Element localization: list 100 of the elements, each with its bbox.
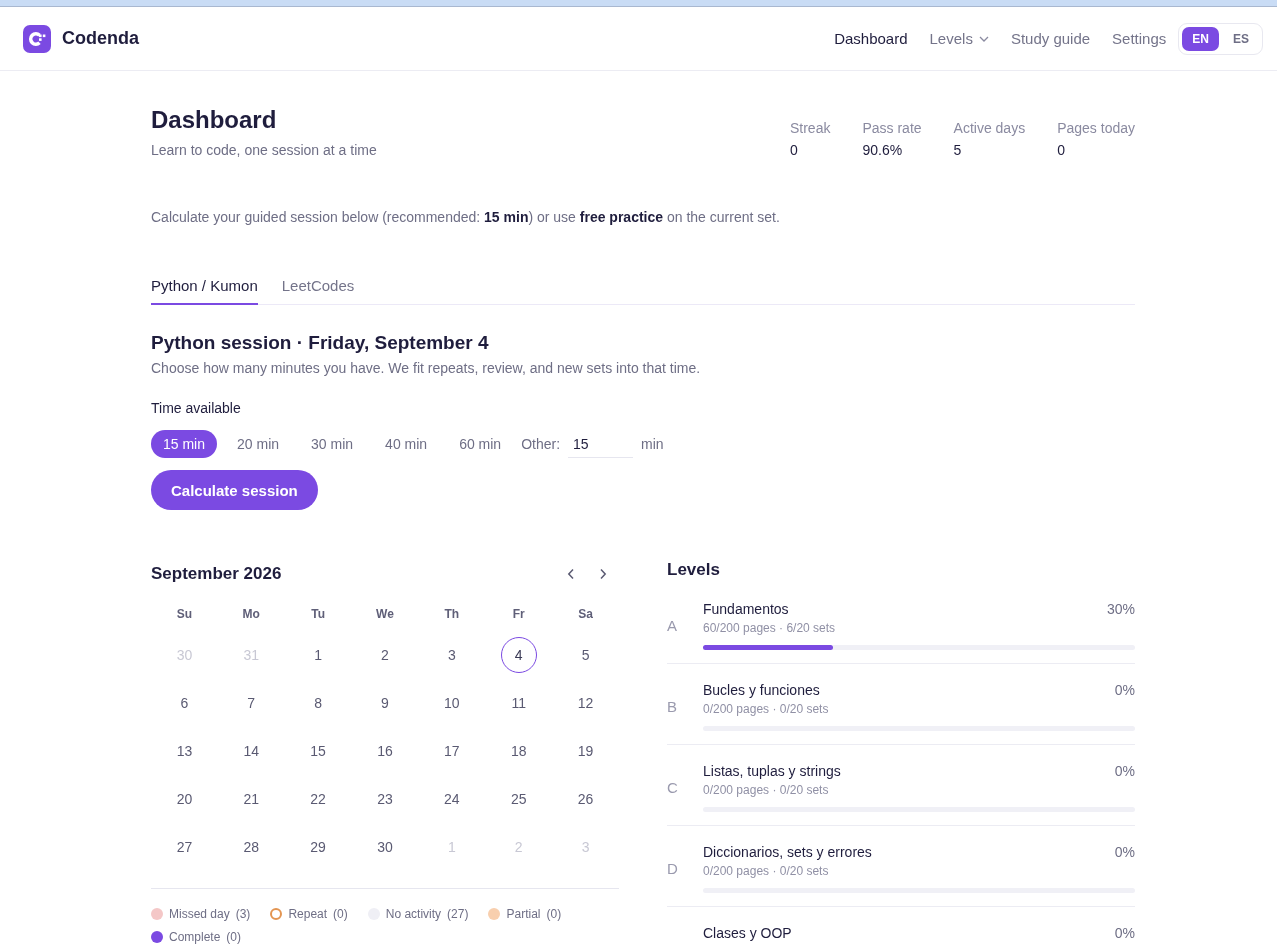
calendar-day[interactable]: 6	[166, 685, 203, 721]
calendar-day[interactable]: 5	[567, 637, 604, 673]
calendar-day[interactable]: 15	[300, 733, 337, 769]
level-name[interactable]: Bucles y funciones	[703, 682, 820, 698]
legend-count: (0)	[226, 930, 242, 944]
legend-count: (0)	[546, 907, 562, 921]
calendar-day[interactable]: 21	[233, 781, 270, 817]
level-percent: 0%	[1114, 844, 1135, 860]
level-detail: 0/200 pages · 0/20 sets	[703, 863, 830, 879]
tab[interactable]: LeetCodes	[281, 276, 355, 305]
weekday-label: Tu	[311, 607, 325, 621]
stat-label: Pass rate	[862, 119, 922, 138]
calendar-day[interactable]: 1	[300, 637, 337, 673]
legend-count: (27)	[447, 907, 469, 921]
nav-link[interactable]: Settings	[1112, 30, 1167, 47]
session-description: Choose how many minutes you have. We fit repeats, review, and new sets into that time.	[151, 359, 702, 378]
weekday-label: We	[376, 607, 394, 621]
chevron-left-icon[interactable]	[567, 568, 575, 580]
level-detail: 0/200 pages · 0/20 sets	[703, 782, 830, 798]
calendar-day[interactable]: 13	[166, 733, 203, 769]
time-label: Time available	[151, 399, 242, 418]
calendar-day[interactable]: 16	[367, 733, 403, 769]
other-label: Other:	[521, 436, 561, 452]
weekday-label: Th	[444, 607, 460, 621]
logo-icon	[23, 24, 51, 53]
calendar-day[interactable]: 26	[567, 781, 604, 817]
weekday-label: Mo	[242, 607, 260, 621]
unit-label: min	[641, 436, 664, 452]
level-letter: B	[667, 697, 678, 715]
calendar-day[interactable]: 12	[567, 685, 604, 721]
calculate-session-button[interactable]: Calculate session	[151, 470, 318, 510]
level-name[interactable]: Listas, tuplas y strings	[703, 763, 841, 779]
chevron-right-icon[interactable]	[599, 568, 607, 580]
calendar-day[interactable]: 7	[233, 685, 270, 721]
calendar-day[interactable]: 25	[500, 781, 537, 817]
calendar-day[interactable]: 23	[367, 781, 403, 817]
level-letter: C	[667, 778, 679, 796]
language-button[interactable]: ES	[1223, 26, 1259, 51]
calendar-day[interactable]: 11	[500, 685, 537, 721]
calendar-day[interactable]: 9	[367, 685, 403, 721]
stat-value: 90.6%	[862, 141, 904, 160]
calendar-day[interactable]: 20	[166, 781, 203, 817]
calendar-day[interactable]: 14	[233, 733, 270, 769]
time-option[interactable]: 15 min	[151, 430, 218, 458]
page-title: Dashboard	[151, 105, 278, 135]
chevron-down-icon[interactable]	[978, 35, 989, 42]
weekday-label: Fr	[512, 607, 525, 621]
level-detail: 60/200 pages · 6/20 sets	[703, 620, 837, 636]
time-option[interactable]: 20 min	[225, 430, 292, 458]
stat-label: Pages today	[1057, 119, 1135, 138]
calendar-day[interactable]: 2	[367, 637, 403, 673]
nav-dropdown[interactable]: Levels	[929, 30, 989, 47]
time-option[interactable]: 60 min	[447, 430, 514, 458]
levels-title: Levels	[667, 560, 721, 580]
calendar-day[interactable]: 18	[500, 733, 537, 769]
level-percent: 30%	[1106, 601, 1135, 617]
nav-link[interactable]: Study guide	[1010, 30, 1091, 47]
legend-label: Repeat	[288, 907, 328, 921]
level-letter: A	[667, 616, 678, 634]
intro-text: Calculate your guided session below (recommended: 15 min) or use free practice on the current set.	[151, 208, 781, 227]
calendar-day[interactable]: 29	[300, 829, 337, 865]
stat-value: 0	[1057, 141, 1066, 160]
calendar-day[interactable]: 24	[433, 781, 470, 817]
brand-name: Codenda	[62, 28, 139, 49]
legend-label: Partial	[506, 907, 541, 921]
stat-label: Streak	[789, 119, 831, 138]
legend-label: Missed day	[169, 907, 230, 921]
calendar-day[interactable]: 30	[367, 829, 403, 865]
calendar-day[interactable]: 22	[300, 781, 337, 817]
calendar-day[interactable]: 8	[300, 685, 337, 721]
stat-value: 0	[789, 141, 799, 160]
language-button[interactable]: EN	[1182, 26, 1219, 51]
time-option[interactable]: 40 min	[373, 430, 440, 458]
level-percent: 0%	[1114, 925, 1135, 941]
calendar-day[interactable]: 19	[567, 733, 604, 769]
calendar-day[interactable]: 10	[433, 685, 470, 721]
tab[interactable]: Python / Kumon	[151, 276, 258, 305]
weekday-label: Sa	[578, 607, 593, 621]
level-letter: D	[667, 859, 679, 877]
level-name[interactable]: Fundamentos	[703, 601, 789, 617]
stat-label: Active days	[953, 119, 1026, 138]
calendar-day[interactable]: 28	[233, 829, 270, 865]
nav-link[interactable]: Dashboard	[834, 30, 908, 47]
calendar-title: September 2026	[151, 564, 282, 584]
page-subtitle: Learn to code, one session at a time	[151, 141, 377, 160]
weekday-label: Su	[176, 607, 193, 621]
calendar-day[interactable]: 17	[433, 733, 470, 769]
level-name[interactable]: Clases y OOP	[703, 925, 792, 941]
calendar-day[interactable]: 27	[166, 829, 203, 865]
legend-count: (0)	[333, 907, 348, 921]
level-percent: 0%	[1114, 763, 1135, 779]
session-title: Python session · Friday, September 4	[151, 331, 490, 355]
calendar-day[interactable]: 3	[433, 637, 470, 673]
stat-value: 5	[953, 141, 963, 160]
level-percent: 0%	[1114, 682, 1135, 698]
legend-count: (3)	[235, 907, 251, 921]
legend-label: No activity	[385, 907, 442, 921]
time-option[interactable]: 30 min	[299, 430, 366, 458]
level-detail: 0/200 pages · 0/20 sets	[703, 701, 830, 717]
level-name[interactable]: Diccionarios, sets y errores	[703, 844, 872, 860]
